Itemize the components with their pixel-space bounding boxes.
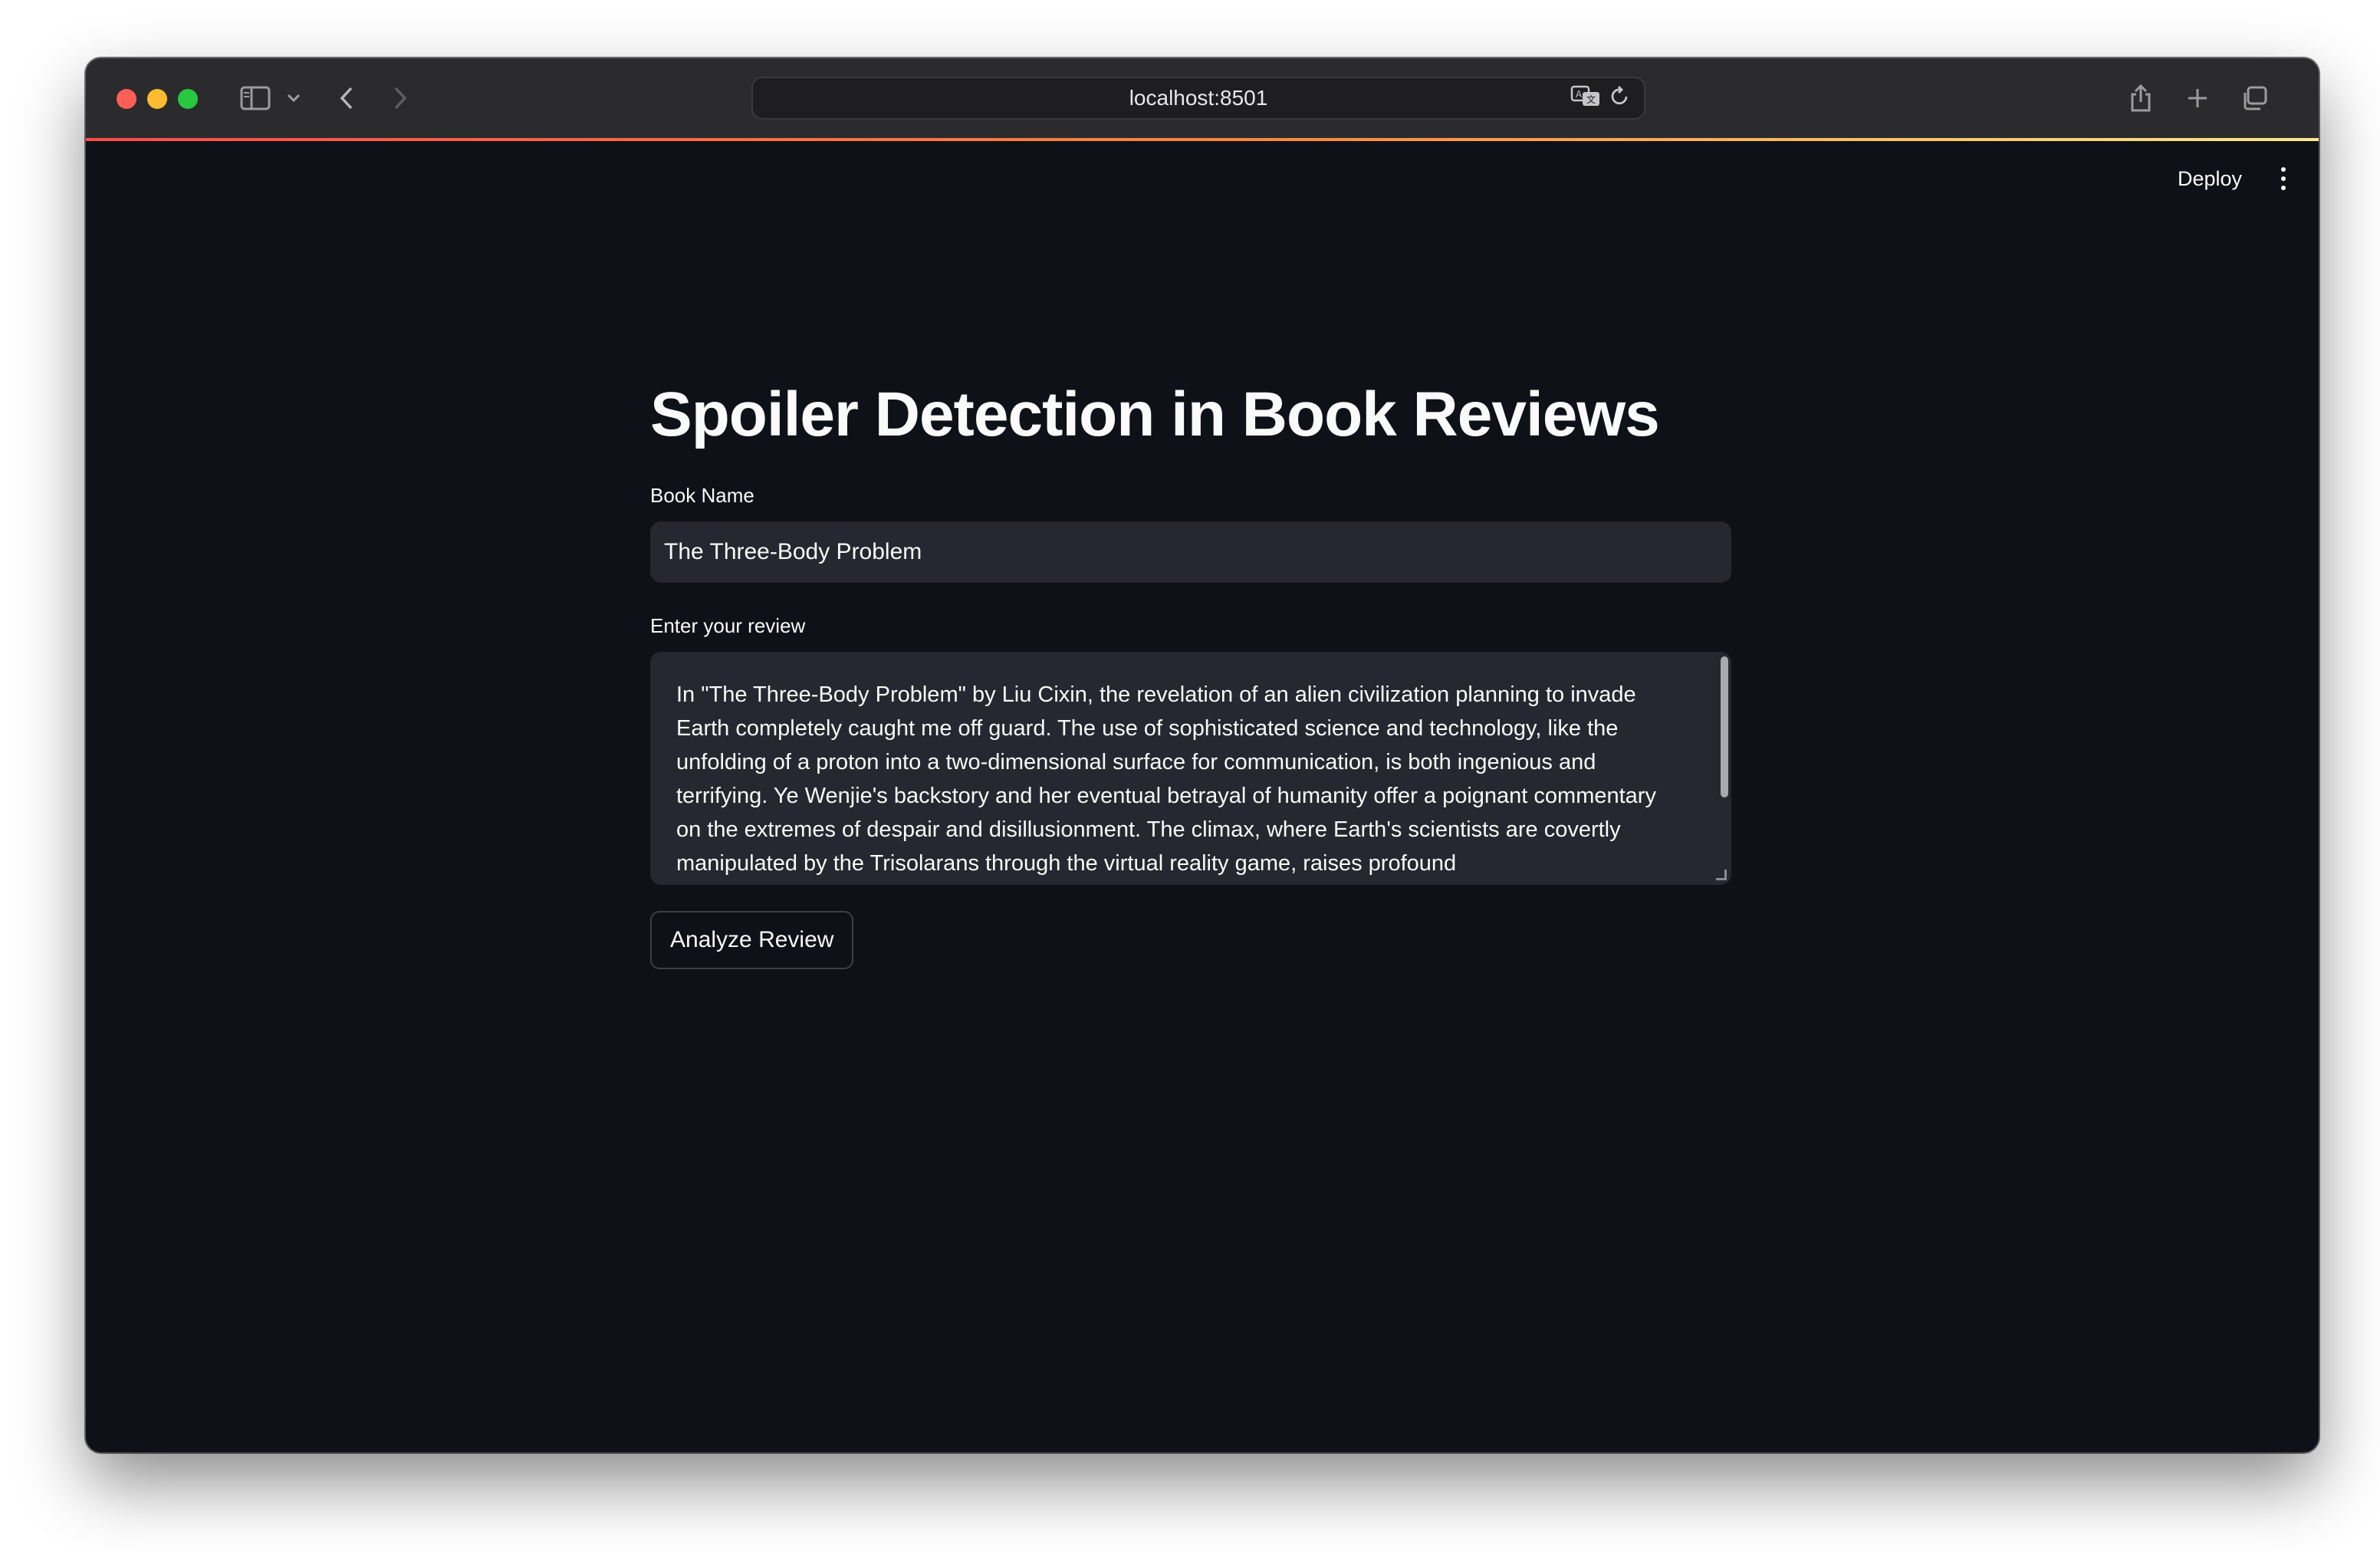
book-name-value: The Three-Body Problem (664, 539, 922, 564)
review-text: In "The Three-Body Problem" by Liu Cixin… (676, 682, 1656, 876)
resize-handle-icon[interactable] (1716, 870, 1727, 880)
maximize-window-button[interactable] (178, 89, 198, 109)
new-tab-icon[interactable] (2182, 77, 2213, 120)
minimize-window-button[interactable] (147, 89, 167, 109)
close-window-button[interactable] (117, 89, 136, 109)
deploy-button[interactable]: Deploy (2178, 159, 2242, 198)
svg-text:文: 文 (1586, 94, 1596, 105)
page-title: Spoiler Detection in Book Reviews (650, 380, 1660, 449)
main-content: Spoiler Detection in Book Reviews Book N… (650, 365, 1731, 969)
back-arrow-icon[interactable] (331, 77, 362, 120)
chevron-down-icon[interactable] (282, 77, 305, 120)
url-text: localhost:8501 (1129, 86, 1268, 110)
browser-window: localhost:8501 A文 Deploy Spoiler Detecti… (86, 58, 2319, 1452)
main-menu-icon[interactable] (2276, 161, 2291, 196)
book-name-input[interactable]: The Three-Body Problem (650, 521, 1731, 583)
share-icon[interactable] (2125, 77, 2156, 120)
top-decoration-bar (86, 138, 2319, 141)
analyze-review-button[interactable]: Analyze Review (650, 911, 854, 969)
address-bar[interactable]: localhost:8501 A文 (751, 77, 1645, 120)
review-textarea[interactable]: In "The Three-Body Problem" by Liu Cixin… (650, 652, 1731, 885)
review-label: Enter your review (650, 614, 806, 637)
svg-text:A: A (1576, 89, 1583, 100)
tab-overview-icon[interactable] (2237, 77, 2271, 120)
book-name-label: Book Name (650, 484, 754, 507)
browser-toolbar: localhost:8501 A文 (86, 58, 2319, 140)
sidebar-toggle-icon[interactable] (236, 77, 274, 120)
translate-icon[interactable]: A文 (1570, 84, 1601, 113)
forward-arrow-icon[interactable] (385, 77, 416, 120)
reload-icon[interactable] (1610, 85, 1630, 112)
textarea-scrollbar[interactable] (1721, 656, 1728, 797)
